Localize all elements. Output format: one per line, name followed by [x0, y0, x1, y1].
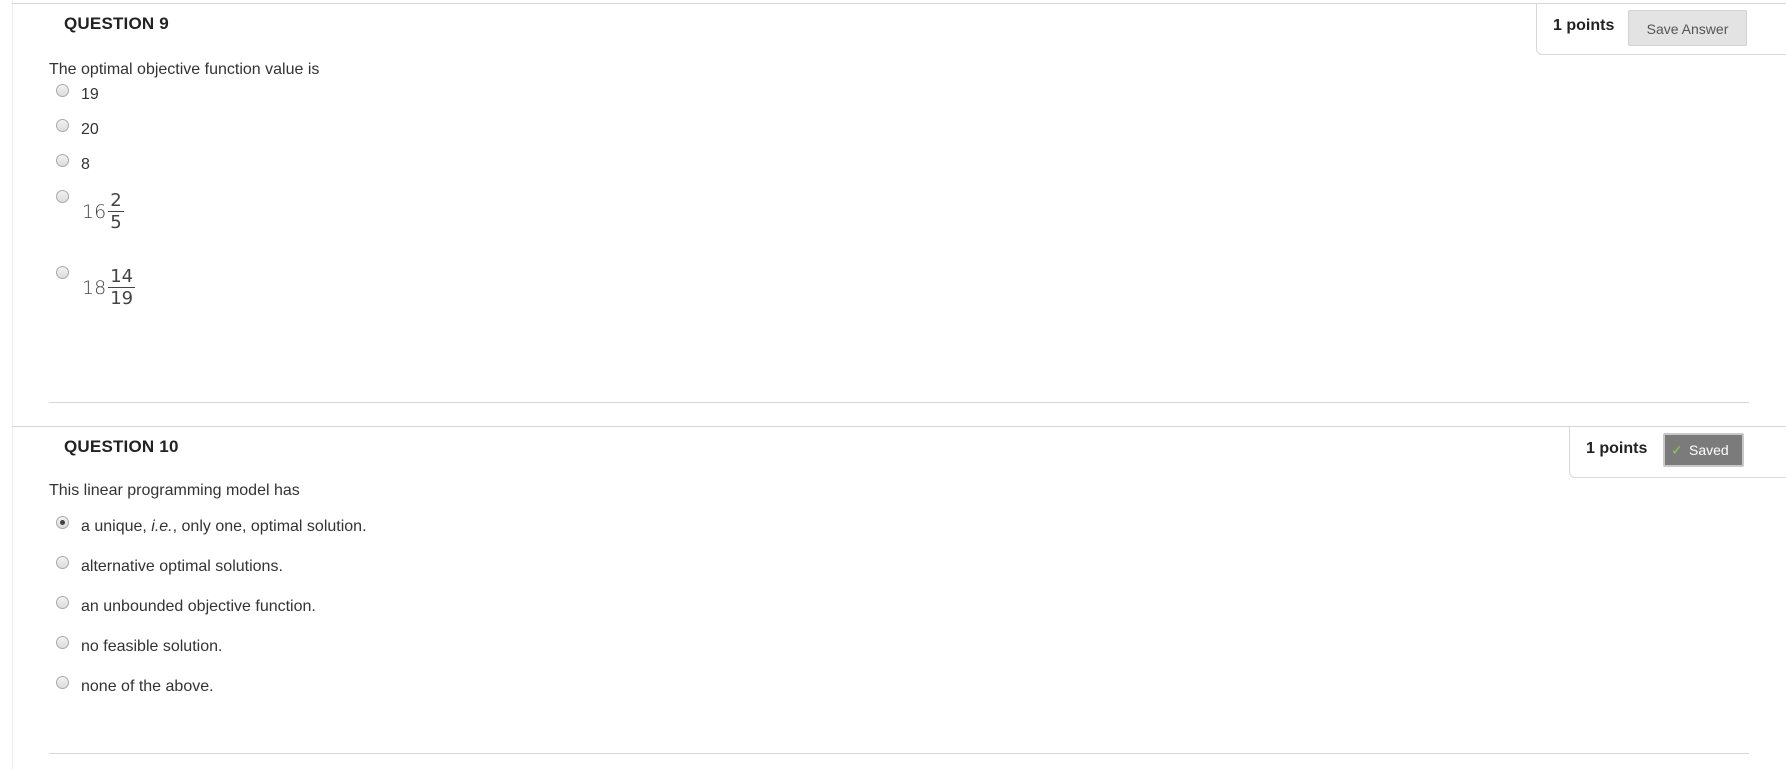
- question-prompt: This linear programming model has: [49, 482, 300, 499]
- question-9: QUESTION 9 1 points Save Answer The opti…: [12, 3, 1786, 428]
- radio-button[interactable]: [56, 596, 69, 609]
- check-icon: ✓: [1671, 442, 1683, 458]
- question-10: QUESTION 10 1 points ✓ Saved This linear…: [12, 426, 1786, 770]
- radio-button[interactable]: [56, 84, 69, 97]
- option-label: 8: [81, 156, 90, 173]
- saved-button[interactable]: ✓ Saved: [1663, 433, 1744, 467]
- question-divider: [49, 753, 1749, 754]
- fraction: 2 5: [108, 190, 124, 233]
- save-answer-button[interactable]: Save Answer: [1628, 10, 1747, 46]
- option-label: no feasible solution.: [81, 638, 223, 655]
- fraction-numerator: 2: [108, 190, 124, 212]
- option-label: a unique, i.e., only one, optimal soluti…: [81, 518, 367, 535]
- radio-button-selected[interactable]: [56, 516, 69, 529]
- mixed-fraction: 16 2 5: [82, 190, 124, 233]
- fraction: 14 19: [108, 266, 136, 309]
- option-label: alternative optimal solutions.: [81, 558, 283, 575]
- radio-button[interactable]: [56, 119, 69, 132]
- question-title: QUESTION 10: [64, 437, 179, 456]
- option-label: 19: [81, 86, 99, 103]
- radio-button[interactable]: [56, 556, 69, 569]
- radio-button[interactable]: [56, 190, 69, 203]
- fraction-numerator: 14: [108, 266, 136, 288]
- fraction-whole: 16: [82, 200, 107, 223]
- mixed-fraction: 18 14 19: [82, 266, 136, 309]
- question-title: QUESTION 9: [64, 14, 169, 33]
- points-box: 1 points ✓ Saved: [1569, 427, 1786, 478]
- question-divider: [49, 402, 1749, 403]
- radio-button[interactable]: [56, 154, 69, 167]
- fraction-denominator: 5: [110, 212, 122, 233]
- fraction-whole: 18: [82, 276, 107, 299]
- option-label: an unbounded objective function.: [81, 598, 316, 615]
- radio-button[interactable]: [56, 636, 69, 649]
- question-prompt: The optimal objective function value is: [49, 61, 320, 78]
- points-label: 1 points: [1586, 440, 1648, 457]
- saved-label: Saved: [1689, 442, 1729, 458]
- points-box: 1 points Save Answer: [1536, 4, 1786, 55]
- radio-button[interactable]: [56, 676, 69, 689]
- fraction-denominator: 19: [110, 288, 134, 309]
- option-label: 20: [81, 121, 99, 138]
- radio-button[interactable]: [56, 266, 69, 279]
- option-label: none of the above.: [81, 678, 214, 695]
- points-label: 1 points: [1553, 17, 1615, 34]
